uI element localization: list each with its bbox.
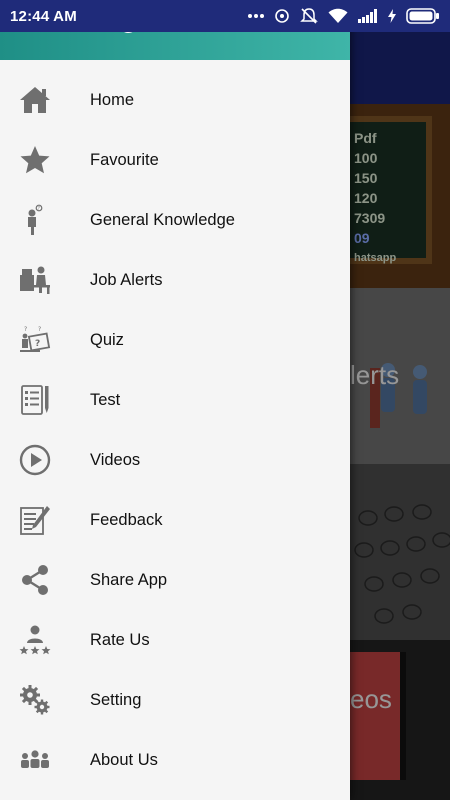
share-icon [0,563,90,597]
menu-item-about-us[interactable]: About Us [0,730,350,790]
menu-item-label: Share App [90,570,168,589]
home-icon [0,83,90,117]
svg-text:?: ? [24,326,27,333]
menu-item-feedback[interactable]: Feedback [0,490,350,550]
desk-worker-icon [0,263,90,297]
menu-item-label: Setting [90,690,142,709]
mute-bell-icon [300,8,318,24]
thinking-person-icon: ? [0,203,90,237]
menu-item-quiz[interactable]: ??? Quiz [0,310,350,370]
svg-text:?: ? [38,326,41,333]
menu-item-label: Test [90,390,121,409]
rate-person-stars-icon [0,623,90,657]
status-bar: 12:44 AM [0,0,450,32]
menu-item-general-knowledge[interactable]: ? General Knowledge [0,190,350,250]
menu-item-label: General Knowledge [90,210,235,229]
test-sheet-icon [0,383,90,417]
signal-icon [358,9,377,23]
hotspot-icon [275,9,289,23]
feedback-pen-icon [0,503,90,537]
menu-item-label: Favourite [90,150,159,169]
drawer-scrim[interactable] [350,32,450,800]
menu-item-share-app[interactable]: Share App [0,550,350,610]
menu-item-label: Videos [90,450,141,469]
menu-item-label: Home [90,90,135,109]
menu-item-label: Quiz [90,330,124,349]
menu-item-rate-us[interactable]: Rate Us [0,610,350,670]
status-time: 12:44 AM [10,7,77,25]
charging-icon [388,9,396,23]
svg-text:?: ? [35,339,40,349]
status-icons [248,7,440,25]
battery-icon [406,8,439,24]
menu-item-setting[interactable]: Setting [0,670,350,730]
quiz-icon: ??? [0,323,90,357]
drawer-menu: Home Favourite ? General Knowledge Job A… [0,70,350,790]
menu-item-label: About Us [90,750,158,769]
gears-icon [0,683,90,717]
menu-item-videos[interactable]: Videos [0,430,350,490]
play-circle-icon [0,443,90,477]
menu-item-label: Rate Us [90,630,150,649]
star-icon [0,143,90,177]
menu-item-favourite[interactable]: Favourite [0,130,350,190]
menu-item-home[interactable]: Home [0,70,350,130]
group-people-icon [0,743,90,777]
wifi-icon [328,8,348,23]
menu-item-job-alerts[interactable]: Job Alerts [0,250,350,310]
menu-item-test[interactable]: Test [0,370,350,430]
menu-item-label: Job Alerts [90,270,163,289]
menu-item-label: Feedback [90,510,163,529]
more-notifications-icon [248,14,264,18]
navigation-drawer: android.studio@android.com Home Favourit… [0,0,350,800]
